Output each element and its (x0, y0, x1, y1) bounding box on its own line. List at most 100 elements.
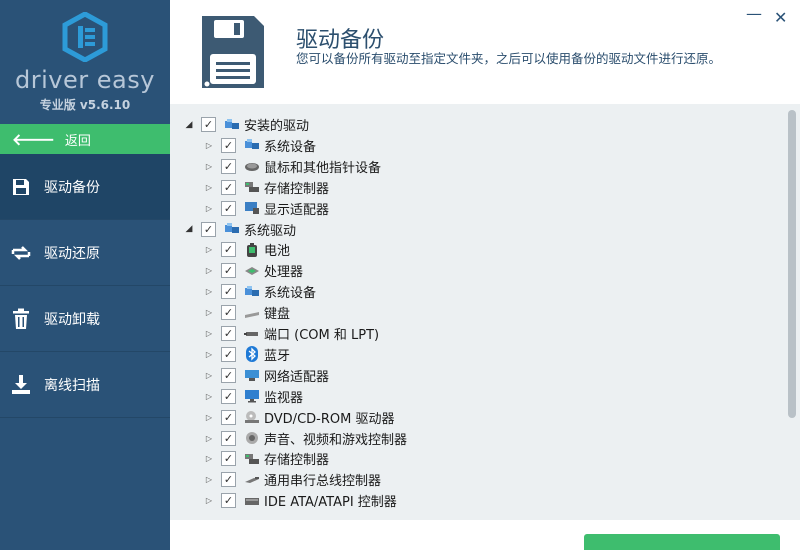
tree-row[interactable]: ▷ ✓ 处理器 (202, 260, 303, 281)
sound-icon (244, 431, 260, 445)
row-checkbox[interactable]: ✓ (221, 242, 236, 258)
page-subtitle: 您可以备份所有驱动至指定文件夹，之后可以使用备份的驱动文件进行还原。 (296, 51, 722, 66)
expand-right-icon[interactable]: ▷ (202, 329, 216, 338)
nav-item-label: 离线扫描 (44, 377, 100, 394)
sidebar: driver easy 专业版 v5.6.10 🡐 返回 驱动备份 驱动还原 驱… (0, 0, 170, 550)
row-checkbox[interactable]: ✓ (221, 284, 236, 300)
row-checkbox[interactable]: ✓ (221, 493, 236, 509)
tree-row-label: 存储控制器 (264, 453, 330, 469)
row-checkbox[interactable]: ✓ (221, 263, 236, 279)
driver-easy-logo-icon (62, 12, 108, 62)
tree-row[interactable]: ▷ ✓ 网络适配器 (202, 365, 329, 386)
expand-right-icon[interactable]: ▷ (202, 496, 216, 505)
row-checkbox[interactable]: ✓ (221, 326, 236, 341)
nav-item-offline-scan[interactable]: 离线扫描 (0, 352, 170, 418)
row-checkbox[interactable]: ✓ (221, 158, 236, 174)
tree-row[interactable]: ▷ ✓ 通用串行总线控制器 (202, 469, 381, 490)
row-checkbox[interactable]: ✓ (221, 409, 236, 425)
expand-right-icon[interactable]: ▷ (202, 162, 216, 171)
backup-button[interactable] (584, 534, 780, 550)
row-checkbox[interactable]: ✓ (221, 305, 236, 321)
tree-row-label: IDE ATA/ATAPI 控制器 (264, 495, 397, 511)
expand-right-icon[interactable]: ▷ (202, 141, 216, 150)
back-button[interactable]: 🡐 返回 (0, 124, 170, 154)
expand-right-icon[interactable]: ▷ (202, 308, 216, 317)
trash-icon (10, 308, 32, 330)
device-icon (244, 285, 260, 299)
expand-right-icon[interactable]: ▷ (202, 475, 216, 484)
expand-right-icon[interactable]: ▷ (202, 392, 216, 401)
tree-row[interactable]: ▷ ✓ 存储控制器 (202, 448, 329, 469)
row-checkbox[interactable]: ✓ (221, 388, 236, 404)
expand-right-icon[interactable]: ▷ (202, 434, 216, 443)
scrollbar[interactable] (788, 110, 796, 418)
logo: driver easy 专业版 v5.6.10 (0, 0, 170, 124)
tree-row[interactable]: ▷ ✓ DVD/CD-ROM 驱动器 (202, 407, 394, 428)
tree-row[interactable]: ▷ ✓ 存储控制器 (202, 177, 329, 198)
battery-icon (244, 242, 260, 257)
tree-row[interactable]: ▷ ✓ 端口 (COM 和 LPT) (202, 323, 379, 344)
tree-row[interactable]: ◢ ✓ 系统驱动 (182, 219, 296, 240)
nav-item-backup[interactable]: 驱动备份 (0, 154, 170, 220)
expand-right-icon[interactable]: ▷ (202, 245, 216, 254)
expand-right-icon[interactable]: ▷ (202, 266, 216, 275)
tree-row-label: 蓝牙 (264, 348, 291, 364)
page-title: 驱动备份 (296, 28, 385, 53)
keyboard-icon (244, 306, 260, 320)
tree-row-label: 安装的驱动 (244, 119, 310, 134)
tree-row-label: 处理器 (264, 265, 304, 281)
network-icon (244, 368, 260, 382)
minimize-icon[interactable]: — (746, 4, 762, 23)
expand-right-icon[interactable]: ▷ (202, 413, 216, 422)
expand-right-icon[interactable]: ▷ (202, 183, 216, 192)
expand-right-icon[interactable]: ▷ (202, 371, 216, 380)
ide-icon (244, 494, 260, 508)
row-checkbox[interactable]: ✓ (221, 346, 236, 362)
floppy-icon (10, 176, 32, 198)
tree-row[interactable]: ▷ ✓ 键盘 (202, 302, 290, 323)
monitor-icon (244, 389, 260, 403)
header: 驱动备份 您可以备份所有驱动至指定文件夹，之后可以使用备份的驱动文件进行还原。 … (170, 0, 800, 104)
disc-icon (244, 410, 260, 424)
tree-row[interactable]: ▷ ✓ 显示适配器 (202, 198, 329, 219)
port-icon (244, 327, 260, 341)
storage-icon (244, 452, 260, 466)
tree-row[interactable]: ▷ ✓ 声音、视频和游戏控制器 (202, 428, 407, 449)
storage-icon (244, 180, 260, 194)
display-icon (244, 201, 260, 215)
row-checkbox[interactable]: ✓ (221, 137, 236, 153)
close-icon[interactable]: ✕ (774, 8, 787, 27)
nav-item-restore[interactable]: 驱动还原 (0, 220, 170, 286)
expand-down-icon[interactable]: ◢ (182, 120, 196, 130)
expand-right-icon[interactable]: ▷ (202, 204, 216, 213)
footer (170, 520, 800, 550)
row-checkbox[interactable]: ✓ (221, 200, 236, 216)
row-checkbox[interactable]: ✓ (221, 472, 236, 488)
tree-row-label: DVD/CD-ROM 驱动器 (264, 411, 395, 427)
nav-item-uninstall[interactable]: 驱动卸载 (0, 286, 170, 352)
row-checkbox[interactable]: ✓ (201, 221, 216, 237)
expand-right-icon[interactable]: ▷ (202, 454, 216, 463)
tree-row[interactable]: ▷ ✓ 监视器 (202, 386, 303, 407)
arrow-left-icon: 🡐 (12, 130, 55, 149)
row-checkbox[interactable]: ✓ (221, 430, 236, 446)
tree-row[interactable]: ▷ ✓ 蓝牙 (202, 344, 290, 365)
row-checkbox[interactable]: ✓ (201, 117, 216, 132)
mouse-icon (244, 159, 260, 173)
tree-row[interactable]: ◢ ✓ 安装的驱动 (182, 114, 309, 135)
row-checkbox[interactable]: ✓ (221, 179, 236, 195)
usb-icon (244, 473, 260, 487)
tree-row[interactable]: ▷ ✓ IDE ATA/ATAPI 控制器 (202, 490, 397, 511)
tree-row[interactable]: ▷ ✓ 系统设备 (202, 135, 316, 156)
expand-right-icon[interactable]: ▷ (202, 287, 216, 296)
row-checkbox[interactable]: ✓ (221, 451, 236, 467)
tree-row[interactable]: ▷ ✓ 电池 (202, 239, 290, 260)
expand-right-icon[interactable]: ▷ (202, 350, 216, 359)
nav-item-label: 驱动还原 (44, 245, 100, 262)
tree-row[interactable]: ▷ ✓ 鼠标和其他指针设备 (202, 156, 381, 177)
row-checkbox[interactable]: ✓ (221, 367, 236, 383)
tree-row-label: 监视器 (264, 390, 304, 406)
tree-row[interactable]: ▷ ✓ 系统设备 (202, 281, 316, 302)
expand-down-icon[interactable]: ◢ (182, 224, 196, 234)
tree-row-label: 通用串行总线控制器 (264, 474, 382, 490)
